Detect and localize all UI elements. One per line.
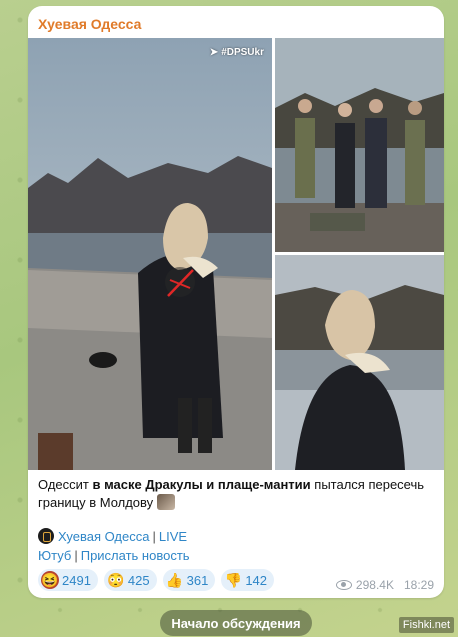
inline-emoji-image <box>156 494 175 510</box>
photo-main-image <box>28 38 272 470</box>
thumbs-down-icon: 👎 <box>224 572 243 588</box>
media-album: ➤ #DPSUkr <box>28 38 444 470</box>
shocked-face-icon: 😳 <box>107 572 125 588</box>
reaction-thumbs-up[interactable]: 👍 361 <box>162 569 216 591</box>
photo-closeup[interactable] <box>275 255 444 470</box>
post-text: Одессит в маске Дракулы и плаще-мантии п… <box>38 477 425 510</box>
reaction-laugh[interactable]: 😆 2491 <box>38 569 98 591</box>
reactions-bar: 😆 2491 😳 425 👍 361 👎 142 <box>38 569 275 591</box>
send-arrow-icon: ➤ <box>209 47 219 58</box>
message-meta: 298.4K 18:29 <box>335 578 434 592</box>
channel-link[interactable]: Хуевая Одесса <box>58 529 149 544</box>
submit-news-link[interactable]: Прислать новость <box>81 548 190 563</box>
reaction-thumbs-down[interactable]: 👎 142 <box>221 569 275 591</box>
view-count: 298.4K <box>355 578 394 592</box>
youtube-link[interactable]: Ютуб <box>38 548 71 563</box>
photo-group-image <box>275 38 444 252</box>
timestamp: 18:29 <box>403 578 434 592</box>
post-signature: Хуевая Одесса | LIVE Ютуб | Прислать новость <box>38 528 190 563</box>
telegram-watermark: ➤ #DPSUkr <box>209 47 264 58</box>
eye-icon <box>335 580 352 590</box>
photo-group[interactable] <box>275 38 444 252</box>
channel-logo-icon <box>38 528 54 544</box>
site-watermark: Fishki.net <box>398 617 454 633</box>
message-bubble: Хуевая Одесса ➤ #DPSUkr Одессит в маске … <box>28 6 444 598</box>
photo-closeup-image <box>275 255 444 470</box>
live-link[interactable]: LIVE <box>159 529 187 544</box>
photo-main[interactable]: ➤ #DPSUkr <box>28 38 272 470</box>
laughing-face-icon: 😆 <box>41 571 59 589</box>
reaction-shocked[interactable]: 😳 425 <box>103 569 157 591</box>
channel-name[interactable]: Хуевая Одесса <box>38 16 141 32</box>
start-discussion-button[interactable]: Начало обсуждения <box>160 610 312 636</box>
thumbs-up-icon: 👍 <box>165 572 184 588</box>
